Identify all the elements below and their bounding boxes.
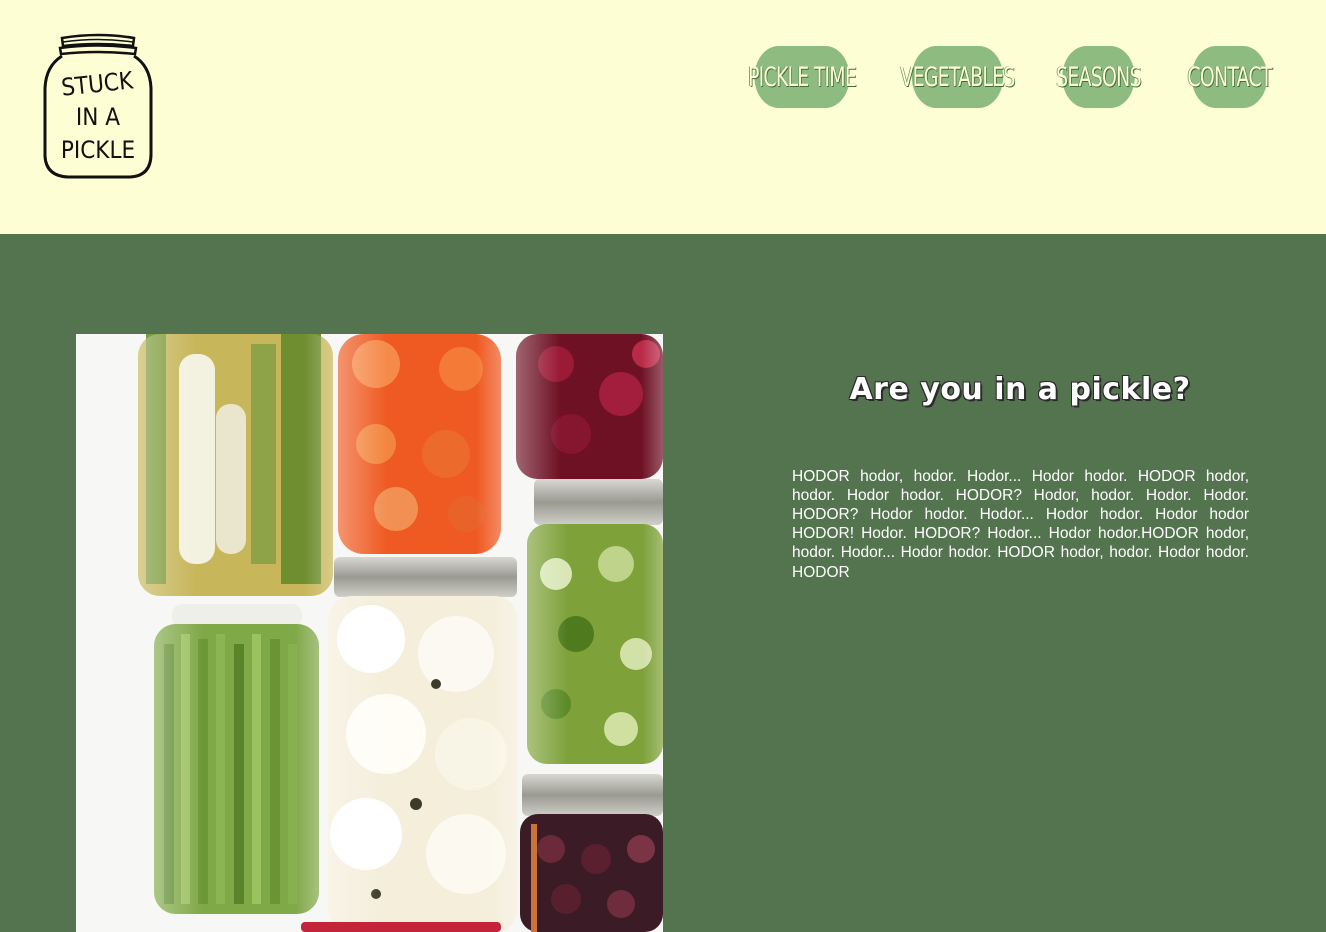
nav-pickle-time-button[interactable]: PICKLE TIME	[748, 46, 857, 108]
main-navigation: PICKLE TIME VEGETABLES SEASONS CONTACT	[0, 46, 1326, 108]
pickle-jars-image	[76, 334, 663, 932]
hero-title: Are you in a pickle?	[849, 372, 1191, 408]
jalapeno-jar	[527, 524, 663, 764]
hero-section: Are you in a pickle? HODOR hodor, hodor.…	[0, 234, 1326, 932]
green-bean-jar	[154, 624, 319, 914]
nav-vegetables-label: VEGETABLES	[900, 61, 1015, 93]
jar-lid	[522, 774, 663, 816]
carrot-jar	[338, 334, 501, 554]
nav-contact-button[interactable]: CONTACT	[1187, 46, 1272, 108]
nav-contact-label: CONTACT	[1187, 61, 1272, 93]
nav-vegetables-button[interactable]: VEGETABLES	[900, 46, 1015, 108]
site-header: STUCK IN A PICKLE PICKLE TIME VEGETABLES…	[0, 0, 1326, 234]
hero-body-text: HODOR hodor, hodor. Hodor... Hodor hodor…	[792, 467, 1249, 581]
olive-jar	[520, 814, 663, 932]
jar-lid	[534, 479, 663, 525]
nav-seasons-button[interactable]: SEASONS	[1056, 46, 1142, 108]
scallion-jar	[138, 334, 333, 596]
cauliflower-jar	[328, 596, 518, 932]
logo-text-line-3: PICKLE	[61, 136, 135, 164]
beet-jar	[516, 334, 663, 479]
nav-seasons-label: SEASONS	[1056, 61, 1141, 93]
jar-lid	[334, 557, 517, 597]
jar-lid	[301, 922, 501, 932]
pickle-jars-photo	[76, 334, 663, 932]
nav-pickle-time-label: PICKLE TIME	[747, 61, 857, 93]
